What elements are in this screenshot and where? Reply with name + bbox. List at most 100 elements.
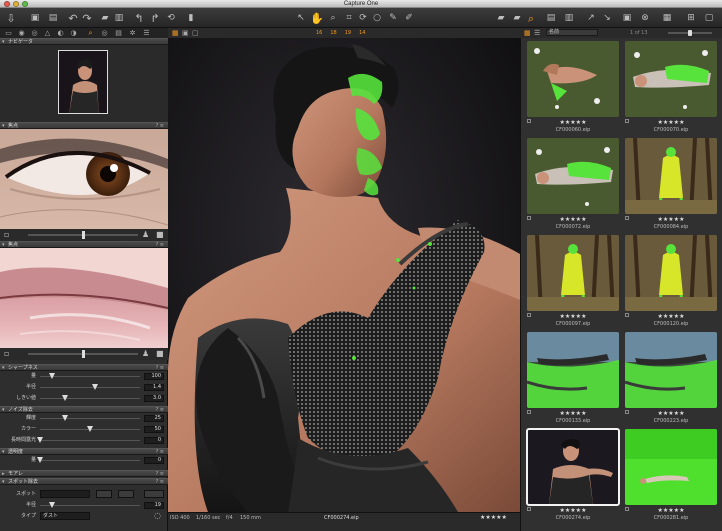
panel-options-icon[interactable]: ? ≡ xyxy=(156,449,164,455)
slider-value-field[interactable]: 100 xyxy=(144,373,164,380)
thumbnail-rating[interactable]: ★★★★★ xyxy=(623,314,719,320)
spot-button[interactable] xyxy=(144,490,164,498)
capture-icon[interactable]: ↘ xyxy=(600,11,614,25)
thumbnail-image[interactable] xyxy=(527,138,619,214)
tab-local-icon[interactable]: ◑ xyxy=(69,29,78,37)
slider-value-field[interactable]: 3.0 xyxy=(144,395,164,402)
thumbnail-image[interactable] xyxy=(527,41,619,117)
grid-icon[interactable]: ▦ xyxy=(660,11,674,25)
moire-header[interactable]: ▸ モアレ ? ≡ xyxy=(0,470,168,477)
slider-track[interactable] xyxy=(40,418,140,419)
rating-stars[interactable]: ★★★★★ xyxy=(480,514,507,521)
import-icon[interactable]: ⇩ xyxy=(4,11,18,25)
slider-knob[interactable] xyxy=(62,415,68,421)
multi-view-icon[interactable]: ▣ xyxy=(182,29,189,37)
slider-value-field[interactable]: 25 xyxy=(144,415,164,422)
process-icon[interactable]: ▰ xyxy=(494,11,508,25)
thumbnail-cell[interactable]: ★★★★★ CF000070.eip xyxy=(623,40,719,136)
apply-icon[interactable]: ▮ xyxy=(184,11,198,25)
thumbnail-cell[interactable]: ★★★★★ CF000084.eip xyxy=(623,137,719,233)
search-icon[interactable]: ⌕ xyxy=(524,11,538,25)
tab-output-icon[interactable]: ✲ xyxy=(128,29,137,37)
clarity-header[interactable]: ▾ 透明度 ? ≡ xyxy=(0,448,168,455)
tab-capture-icon[interactable]: ◉ xyxy=(17,29,26,37)
slider-track[interactable] xyxy=(40,387,140,388)
spot-button[interactable] xyxy=(118,490,134,498)
reset-icon[interactable]: ⟲ xyxy=(164,11,178,25)
compare-view-icon[interactable]: ▢ xyxy=(192,29,199,37)
undo-icon[interactable]: ↰ xyxy=(132,11,146,25)
thumbnail-cell[interactable]: ★★★★★ CF000072.eip xyxy=(525,137,621,233)
thumbnail-image[interactable] xyxy=(625,41,717,117)
slider-value-field[interactable]: 50 xyxy=(144,426,164,433)
thumbnail-image[interactable] xyxy=(527,235,619,311)
thumbnail-cell[interactable]: ★★★★★ CF000060.eip xyxy=(525,40,621,136)
spot-dropdown[interactable] xyxy=(40,490,90,498)
thumbnail-rating[interactable]: ★★★★★ xyxy=(525,120,621,126)
thumbnail-rating[interactable]: ★★★★★ xyxy=(623,217,719,223)
export-icon[interactable]: ↗ xyxy=(584,11,598,25)
spot-button[interactable] xyxy=(96,490,112,498)
zoom-out-icon[interactable]: ▫ xyxy=(4,230,9,240)
sort-select[interactable]: 名前 xyxy=(546,29,598,36)
zoom-in-icon[interactable]: ■ xyxy=(156,230,164,240)
list-view-icon[interactable]: ☰ xyxy=(534,29,540,37)
panel-options-icon[interactable]: ? ≡ xyxy=(156,471,164,477)
tab-metadata-icon[interactable]: ▤ xyxy=(114,29,123,37)
tab-exposure-icon[interactable]: ◐ xyxy=(56,29,65,37)
thumbnails-icon[interactable]: ▤ xyxy=(46,11,60,25)
spot-type-select[interactable]: ダスト xyxy=(40,512,90,520)
focus-header[interactable]: ▾ 焦点 ? ≡ xyxy=(0,122,168,129)
thumbnail-rating[interactable]: ★★★★★ xyxy=(525,411,621,417)
slider-knob[interactable] xyxy=(49,373,55,379)
settings-icon[interactable]: ▢ xyxy=(702,11,716,25)
focus-header-2[interactable]: ▾ 焦点 ? ≡ xyxy=(0,241,168,248)
rotate-icon[interactable]: ⟳ xyxy=(356,11,370,25)
tab-batch-icon[interactable]: ☰ xyxy=(142,29,151,37)
thumbnail-cell[interactable]: ★★★★★ CF000120.eip xyxy=(623,234,719,330)
slider-value-field[interactable]: 1.4 xyxy=(144,384,164,391)
thumbnail-rating[interactable]: ★★★★★ xyxy=(525,314,621,320)
hand-icon[interactable]: ✋ xyxy=(310,11,324,25)
rotate-right-icon[interactable]: ↷ xyxy=(80,11,94,25)
folder-icon[interactable]: ▰ xyxy=(98,11,112,25)
image-viewer[interactable] xyxy=(168,38,520,512)
thumbnail-image[interactable] xyxy=(625,138,717,214)
crop-icon[interactable]: ⌗ xyxy=(342,11,356,25)
trash-icon[interactable]: ▥ xyxy=(112,11,126,25)
camera-status-icon[interactable]: ▣ xyxy=(620,11,634,25)
grid-view-icon[interactable]: ▦ xyxy=(524,29,531,37)
tab-library-icon[interactable]: ▭ xyxy=(4,29,13,37)
thumbnail-image[interactable] xyxy=(625,429,717,505)
panel-options-icon[interactable]: ? ≡ xyxy=(156,407,164,413)
thumbnail-rating[interactable]: ★★★★★ xyxy=(623,411,719,417)
camera-icon[interactable]: ▣ xyxy=(28,11,42,25)
rotate-left-icon[interactable]: ↶ xyxy=(66,11,80,25)
zoom-in-icon[interactable]: ■ xyxy=(156,349,164,359)
thumbnail-rating[interactable]: ★★★★★ xyxy=(525,217,621,223)
slider-track[interactable] xyxy=(40,376,140,377)
spot-header[interactable]: ▾ スポット除去 ? ≡ xyxy=(0,478,168,485)
slider-knob[interactable] xyxy=(62,395,68,401)
slider-value-field[interactable]: 0 xyxy=(144,437,164,444)
slider-knob[interactable] xyxy=(49,502,55,508)
thumbnail-rating[interactable]: ★★★★★ xyxy=(623,120,719,126)
move-icon[interactable]: ▥ xyxy=(562,11,576,25)
spot-picker-icon[interactable]: ◌ xyxy=(154,511,161,520)
navigator-thumbnail[interactable] xyxy=(58,50,108,114)
panel-options-icon[interactable]: ? ≡ xyxy=(156,365,164,371)
fullscreen-icon[interactable]: ⊞ xyxy=(684,11,698,25)
thumbnail-image[interactable] xyxy=(526,428,620,506)
slider-knob[interactable] xyxy=(37,437,43,443)
slider-track[interactable] xyxy=(40,505,140,506)
redo-icon[interactable]: ↱ xyxy=(148,11,162,25)
focus-zoom-knob[interactable] xyxy=(82,231,85,239)
thumbnail-cell[interactable]: ★★★★★ CF000274.eip xyxy=(525,428,621,524)
slider-value-field[interactable]: 19 xyxy=(144,502,164,509)
zoom-out-icon[interactable]: ▫ xyxy=(4,349,9,359)
sharpening-header[interactable]: ▾ シャープネス ? ≡ xyxy=(0,364,168,371)
noise-header[interactable]: ▾ ノイズ除去 ? ≡ xyxy=(0,406,168,413)
brush-icon[interactable]: ✐ xyxy=(402,11,416,25)
slider-knob[interactable] xyxy=(87,426,93,432)
thumbnail-cell[interactable]: ★★★★★ CF000281.eip xyxy=(623,428,719,524)
